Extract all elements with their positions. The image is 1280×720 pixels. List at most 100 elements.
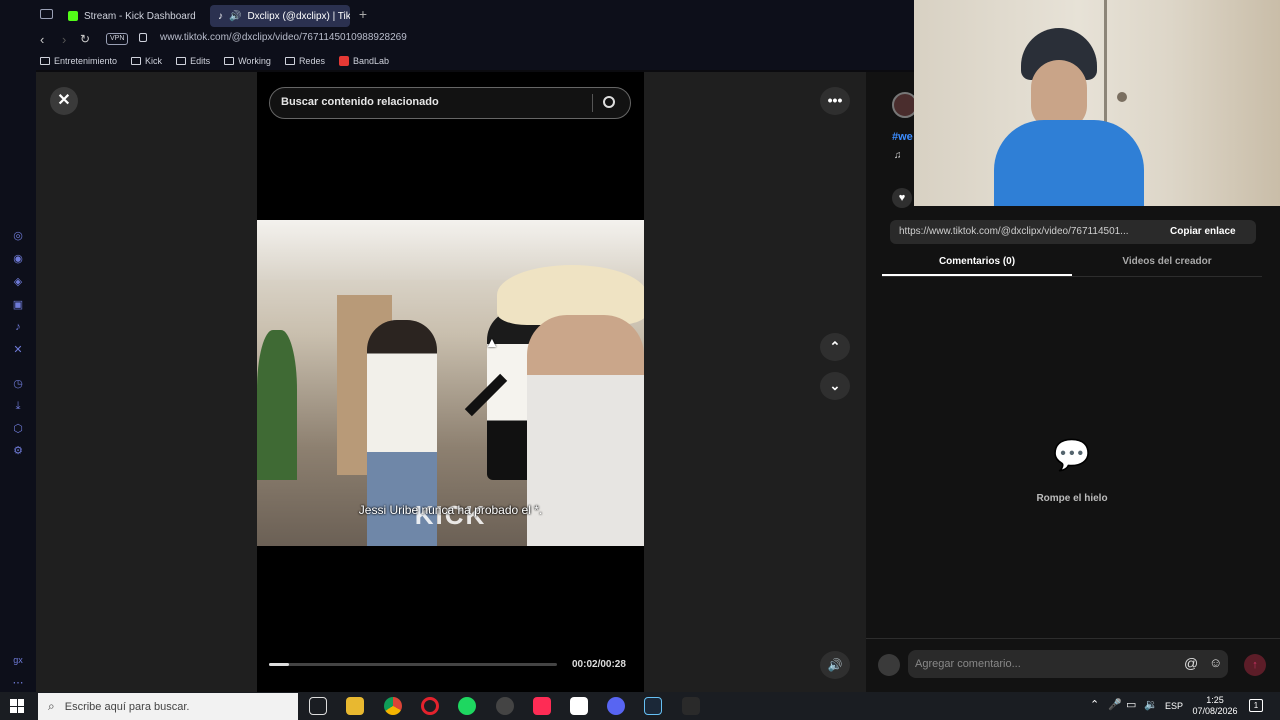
lock-icon[interactable] (139, 33, 147, 42)
video-frame[interactable]: KICK Jessi Uribe nunca ha probado el *. … (257, 220, 644, 546)
tab-label: Dxclipx (@dxclipx) | Tik (247, 10, 350, 22)
next-video-button[interactable]: ⌄ (820, 372, 850, 400)
kick-favicon-icon (68, 11, 78, 21)
bookmark-edits[interactable]: Edits (176, 56, 210, 66)
more-icon[interactable]: ⋯ (11, 676, 25, 690)
bandlab-icon (338, 56, 349, 66)
taskbar-search-placeholder: Escribe aquí para buscar. (64, 700, 190, 713)
progress-fill (269, 663, 290, 666)
tab-tiktok[interactable]: ♪ 🔊 Dxclipx (@dxclipx) | Tik (210, 5, 350, 27)
epic-games-icon[interactable] (682, 697, 700, 715)
search-icon: ⌕ (48, 699, 55, 713)
tab-creator-videos[interactable]: Videos del creador (1072, 252, 1262, 276)
back-icon[interactable]: ‹ (40, 32, 44, 47)
instagram-icon[interactable]: ▣ (11, 298, 25, 312)
clock-date: 07/08/2026 (1192, 706, 1238, 716)
tab-comments[interactable]: Comentarios (0) (882, 252, 1072, 276)
bookmark-label: Entretenimiento (54, 56, 118, 66)
file-explorer-icon[interactable] (346, 697, 364, 715)
video-link-text[interactable]: https://www.tiktok.com/@dxclipx/video/76… (899, 226, 1129, 237)
folder-icon (131, 57, 142, 65)
audio-playing-icon: 🔊 (229, 10, 242, 22)
network-icon[interactable]: ▭ (1126, 698, 1136, 711)
plant (257, 330, 297, 480)
gx-icon[interactable]: gx (11, 653, 25, 667)
webcam-overlay (914, 0, 1280, 206)
empty-comments-text: Rompe el hielo (1036, 493, 1108, 504)
notifications-icon[interactable]: 1 (1249, 699, 1263, 712)
tab-kick-dashboard[interactable]: Stream - Kick Dashboard (60, 5, 206, 27)
download-icon[interactable]: ⤓ (11, 399, 25, 413)
url-text[interactable]: www.tiktok.com/@dxclipx/video/7671145010… (160, 32, 407, 43)
comment-divider (866, 638, 1280, 639)
search-divider (592, 94, 593, 112)
browser-sidebar: ◎ ◉ ◈ ▣ ♪ ✕ ◷ ⤓ ⬡ ⚙ gx ⋯ (0, 0, 36, 692)
link-copy-box: https://www.tiktok.com/@dxclipx/video/76… (890, 220, 1256, 244)
folder-icon (224, 57, 235, 65)
bookmark-kick[interactable]: Kick (131, 56, 162, 66)
tab-label: Stream - Kick Dashboard (84, 10, 196, 22)
taskbar-search[interactable]: ⌕ Escribe aquí para buscar. (38, 693, 298, 720)
comment-placeholder: Agregar comentario... (915, 658, 1021, 670)
folder-icon (40, 57, 50, 65)
opera-gx-icon[interactable] (421, 697, 439, 715)
search-bar[interactable]: Buscar contenido relacionado (269, 87, 631, 119)
language-indicator[interactable]: ESP (1165, 701, 1183, 711)
search-icon[interactable] (603, 96, 615, 108)
progress-track[interactable] (269, 663, 557, 666)
copy-link-button[interactable]: Copiar enlace (1170, 226, 1236, 237)
discord-app-icon[interactable] (607, 697, 625, 715)
clock[interactable]: 1:25 07/08/2026 (1190, 695, 1240, 717)
music-note-icon: ♫ (894, 150, 902, 161)
steam-icon[interactable] (644, 697, 662, 715)
tray-chevron-icon[interactable]: ⌃ (1090, 698, 1099, 711)
obs-icon[interactable] (496, 697, 514, 715)
comment-input[interactable]: Agregar comentario... @ ☺ (908, 650, 1228, 678)
spotify-icon[interactable] (458, 697, 476, 715)
tab-divider (882, 276, 1262, 277)
bookmark-entretenimiento[interactable]: Entretenimiento (40, 56, 117, 66)
emoji-icon[interactable]: ☺ (1209, 655, 1222, 670)
tiktok-app-icon[interactable] (533, 697, 551, 715)
capcut-icon[interactable] (570, 697, 588, 715)
mention-icon[interactable]: @ (1184, 655, 1198, 671)
close-button[interactable]: ✕ (50, 87, 78, 115)
user-avatar (878, 654, 900, 676)
forward-icon[interactable]: › (62, 32, 66, 47)
speaker-icon[interactable]: 🔉 (1144, 698, 1158, 711)
discord-icon[interactable]: ◈ (11, 275, 25, 289)
workspaces-icon[interactable] (40, 9, 53, 19)
video-time: 00:02/00:28 (572, 659, 626, 670)
hashtag-link[interactable]: #we (892, 131, 913, 143)
messenger-icon[interactable]: ◎ (11, 229, 25, 243)
windows-start-icon[interactable] (10, 699, 24, 713)
search-input[interactable]: Buscar contenido relacionado (281, 96, 439, 108)
like-icon[interactable]: ♥ (892, 188, 912, 208)
tiktok-icon[interactable]: ♪ (11, 320, 25, 334)
folder-icon (284, 57, 295, 65)
whatsapp-icon[interactable]: ◉ (11, 252, 25, 266)
bookmark-redes[interactable]: Redes (284, 56, 325, 66)
shirt (994, 120, 1144, 206)
more-options-button[interactable]: ••• (820, 87, 850, 115)
task-view-icon[interactable] (309, 697, 327, 715)
bookmark-working[interactable]: Working (224, 56, 271, 66)
extensions-icon[interactable]: ⬡ (11, 422, 25, 436)
history-icon[interactable]: ◷ (11, 377, 25, 391)
send-comment-button[interactable]: ↑ (1244, 654, 1266, 676)
new-tab-icon[interactable]: + (356, 7, 370, 21)
chrome-icon[interactable] (384, 697, 402, 715)
bookmark-bandlab[interactable]: BandLab (338, 56, 389, 66)
microphone-icon[interactable]: 🎤 (1108, 698, 1122, 711)
reload-icon[interactable]: ↻ (80, 32, 90, 46)
settings-icon[interactable]: ⚙ (11, 444, 25, 458)
bookmark-label: Kick (145, 56, 163, 66)
previous-video-button[interactable]: ⌃ (820, 333, 850, 361)
mouse-cursor: ▲ (485, 334, 499, 350)
vpn-badge[interactable]: VPN (106, 33, 129, 45)
door-knob (1117, 92, 1127, 102)
x-icon[interactable]: ✕ (11, 343, 25, 357)
volume-button[interactable]: 🔊 (820, 651, 850, 679)
bookmark-label: Working (238, 56, 271, 66)
video-caption: Jessi Uribe nunca ha probado el *. (358, 503, 543, 517)
